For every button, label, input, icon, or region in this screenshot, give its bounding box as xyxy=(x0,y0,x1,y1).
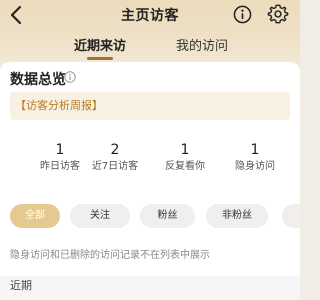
stat-repeat-viewers[interactable]: 1 反复看你 xyxy=(150,142,220,173)
info-circle-icon[interactable] xyxy=(233,5,252,24)
tab-recent-visits[interactable]: 近期来访 xyxy=(74,35,126,54)
tab-my-visits[interactable]: 我的访问 xyxy=(176,35,228,54)
active-tab-indicator xyxy=(87,57,113,60)
filter-chip-following[interactable]: 关注 xyxy=(70,204,130,228)
stat-hidden-visits[interactable]: 1 隐身访问 xyxy=(220,142,290,173)
info-icon[interactable] xyxy=(64,71,76,83)
filter-chip-non-fans[interactable]: 非粉丝 xyxy=(206,204,268,228)
stat-label: 反复看你 xyxy=(165,161,205,172)
overview-card: 数据总览 【访客分析周报】 1 昨日访客 2 近7日访客 1 反复看你 1 隐身… xyxy=(0,62,300,190)
stat-value: 2 xyxy=(110,142,120,158)
stat-label: 近7日访客 xyxy=(91,161,139,172)
visitor-report-link[interactable]: 【访客分析周报】 xyxy=(10,92,290,120)
stat-7day-visitors[interactable]: 2 近7日访客 xyxy=(80,142,150,173)
overview-title: 数据总览 xyxy=(10,72,66,88)
stat-value: 1 xyxy=(180,142,190,158)
stat-value: 1 xyxy=(250,142,260,158)
hidden-visits-notice: 隐身访问和已删除的访问记录不在列表中展示 xyxy=(10,250,210,261)
visitor-page: 主页访客 近期来访 我的访问 数据总览 【访客分析周报】 1 昨日访客 2 近7… xyxy=(0,0,300,300)
stat-label: 隐身访问 xyxy=(235,161,275,172)
filter-chip-all[interactable]: 全部 xyxy=(10,204,60,228)
header: 主页访客 近期来访 我的访问 xyxy=(0,0,300,64)
filter-chip-fans[interactable]: 粉丝 xyxy=(140,204,195,228)
section-header-recent: 近期 xyxy=(0,276,300,300)
nav-bar: 主页访客 xyxy=(0,0,300,30)
filter-chip-overflow[interactable] xyxy=(282,204,300,228)
gear-icon[interactable] xyxy=(267,3,289,25)
page-title: 主页访客 xyxy=(121,8,179,24)
